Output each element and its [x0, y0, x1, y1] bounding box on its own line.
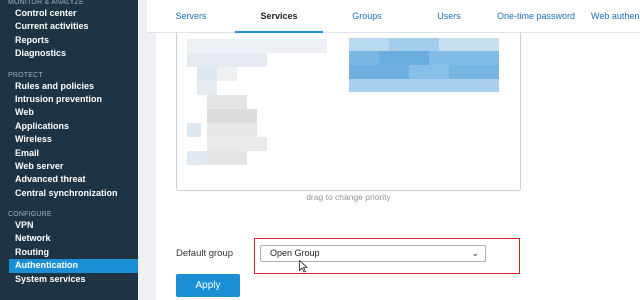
main-content: Servers Services Groups Users One-time p…: [138, 0, 640, 300]
apply-button[interactable]: Apply: [176, 274, 240, 297]
tab-web-authentication[interactable]: Web authen: [585, 0, 640, 33]
sidebar-item-control-center[interactable]: Control center: [0, 7, 138, 20]
sidebar-item-applications[interactable]: Applications: [0, 120, 138, 133]
sidebar-item-current-activities[interactable]: Current activities: [0, 20, 138, 33]
tab-services[interactable]: Services: [235, 0, 323, 33]
server-priority-list[interactable]: [176, 33, 521, 191]
highlight-box: [254, 238, 520, 274]
default-group-label: Default group: [176, 248, 234, 259]
sidebar-item-rules-and-policies[interactable]: Rules and policies: [0, 80, 138, 93]
services-panel: drag to change priority Default group Op…: [156, 33, 640, 300]
sidebar-item-routing[interactable]: Routing: [0, 246, 138, 259]
tab-one-time-password[interactable]: One-time password: [487, 0, 585, 33]
sidebar: MONITOR & ANALYZE Control center Current…: [0, 0, 138, 300]
drag-hint: drag to change priority: [306, 192, 391, 202]
tab-users[interactable]: Users: [411, 0, 487, 33]
blurred-list-left: [187, 39, 327, 169]
sidebar-item-system-services[interactable]: System services: [0, 273, 138, 286]
section-protect: PROTECT: [8, 71, 43, 79]
tab-servers[interactable]: Servers: [147, 0, 235, 33]
section-monitor-analyze: MONITOR & ANALYZE: [8, 0, 84, 6]
sidebar-item-web[interactable]: Web: [0, 106, 138, 119]
sidebar-item-web-server[interactable]: Web server: [0, 160, 138, 173]
mouse-cursor-icon: [299, 259, 309, 278]
sidebar-item-intrusion-prevention[interactable]: Intrusion prevention: [0, 93, 138, 106]
sidebar-item-email[interactable]: Email: [0, 147, 138, 160]
sidebar-item-central-synchronization[interactable]: Central synchronization: [0, 187, 138, 200]
tab-bar: Servers Services Groups Users One-time p…: [147, 0, 640, 33]
sidebar-item-vpn[interactable]: VPN: [0, 219, 138, 232]
sidebar-item-advanced-threat[interactable]: Advanced threat: [0, 173, 138, 186]
blurred-list-right: [349, 38, 499, 92]
section-configure: CONFIGURE: [8, 211, 52, 219]
sidebar-item-network[interactable]: Network: [0, 232, 138, 245]
tab-groups[interactable]: Groups: [323, 0, 411, 33]
sidebar-item-diagnostics[interactable]: Diagnostics: [0, 47, 138, 60]
sidebar-item-wireless[interactable]: Wireless: [0, 133, 138, 146]
sidebar-item-reports[interactable]: Reports: [0, 34, 138, 47]
sidebar-item-authentication[interactable]: Authentication: [9, 259, 138, 273]
